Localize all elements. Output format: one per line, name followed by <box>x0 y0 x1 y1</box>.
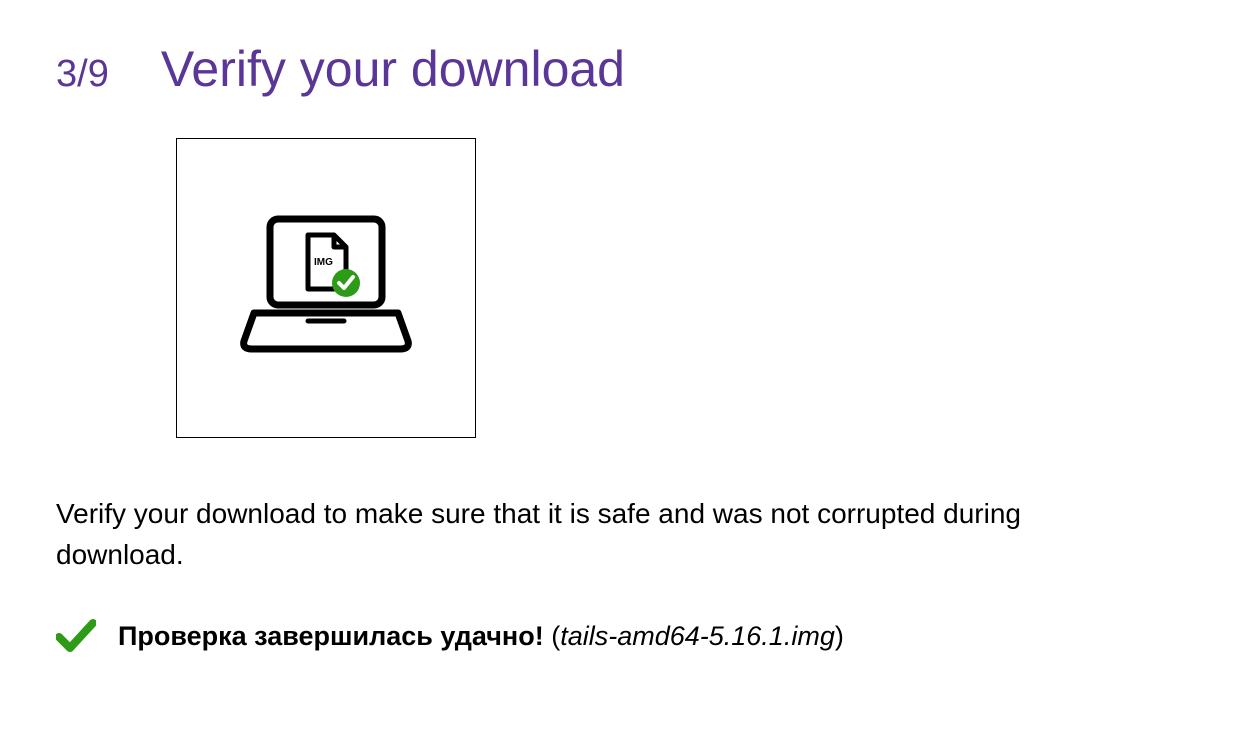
verification-status: Проверка завершилась удачно! (tails-amd6… <box>56 619 1178 653</box>
step-title: Verify your download <box>161 40 625 98</box>
verify-description: Verify your download to make sure that i… <box>56 494 1156 575</box>
step-counter: 3/9 <box>56 53 109 96</box>
verify-illustration-box: IMG <box>176 138 476 438</box>
verification-status-text: Проверка завершилась удачно! (tails-amd6… <box>118 621 844 652</box>
verification-success-label: Проверка завершилась удачно! <box>118 621 544 651</box>
success-check-icon <box>56 619 96 653</box>
laptop-verify-icon: IMG <box>236 213 416 363</box>
step-heading: 3/9 Verify your download <box>56 40 1178 98</box>
verification-filename: tails-amd64-5.16.1.img <box>560 621 835 651</box>
verification-filename-wrapper: (tails-amd64-5.16.1.img) <box>551 621 844 651</box>
img-file-label: IMG <box>314 257 333 268</box>
